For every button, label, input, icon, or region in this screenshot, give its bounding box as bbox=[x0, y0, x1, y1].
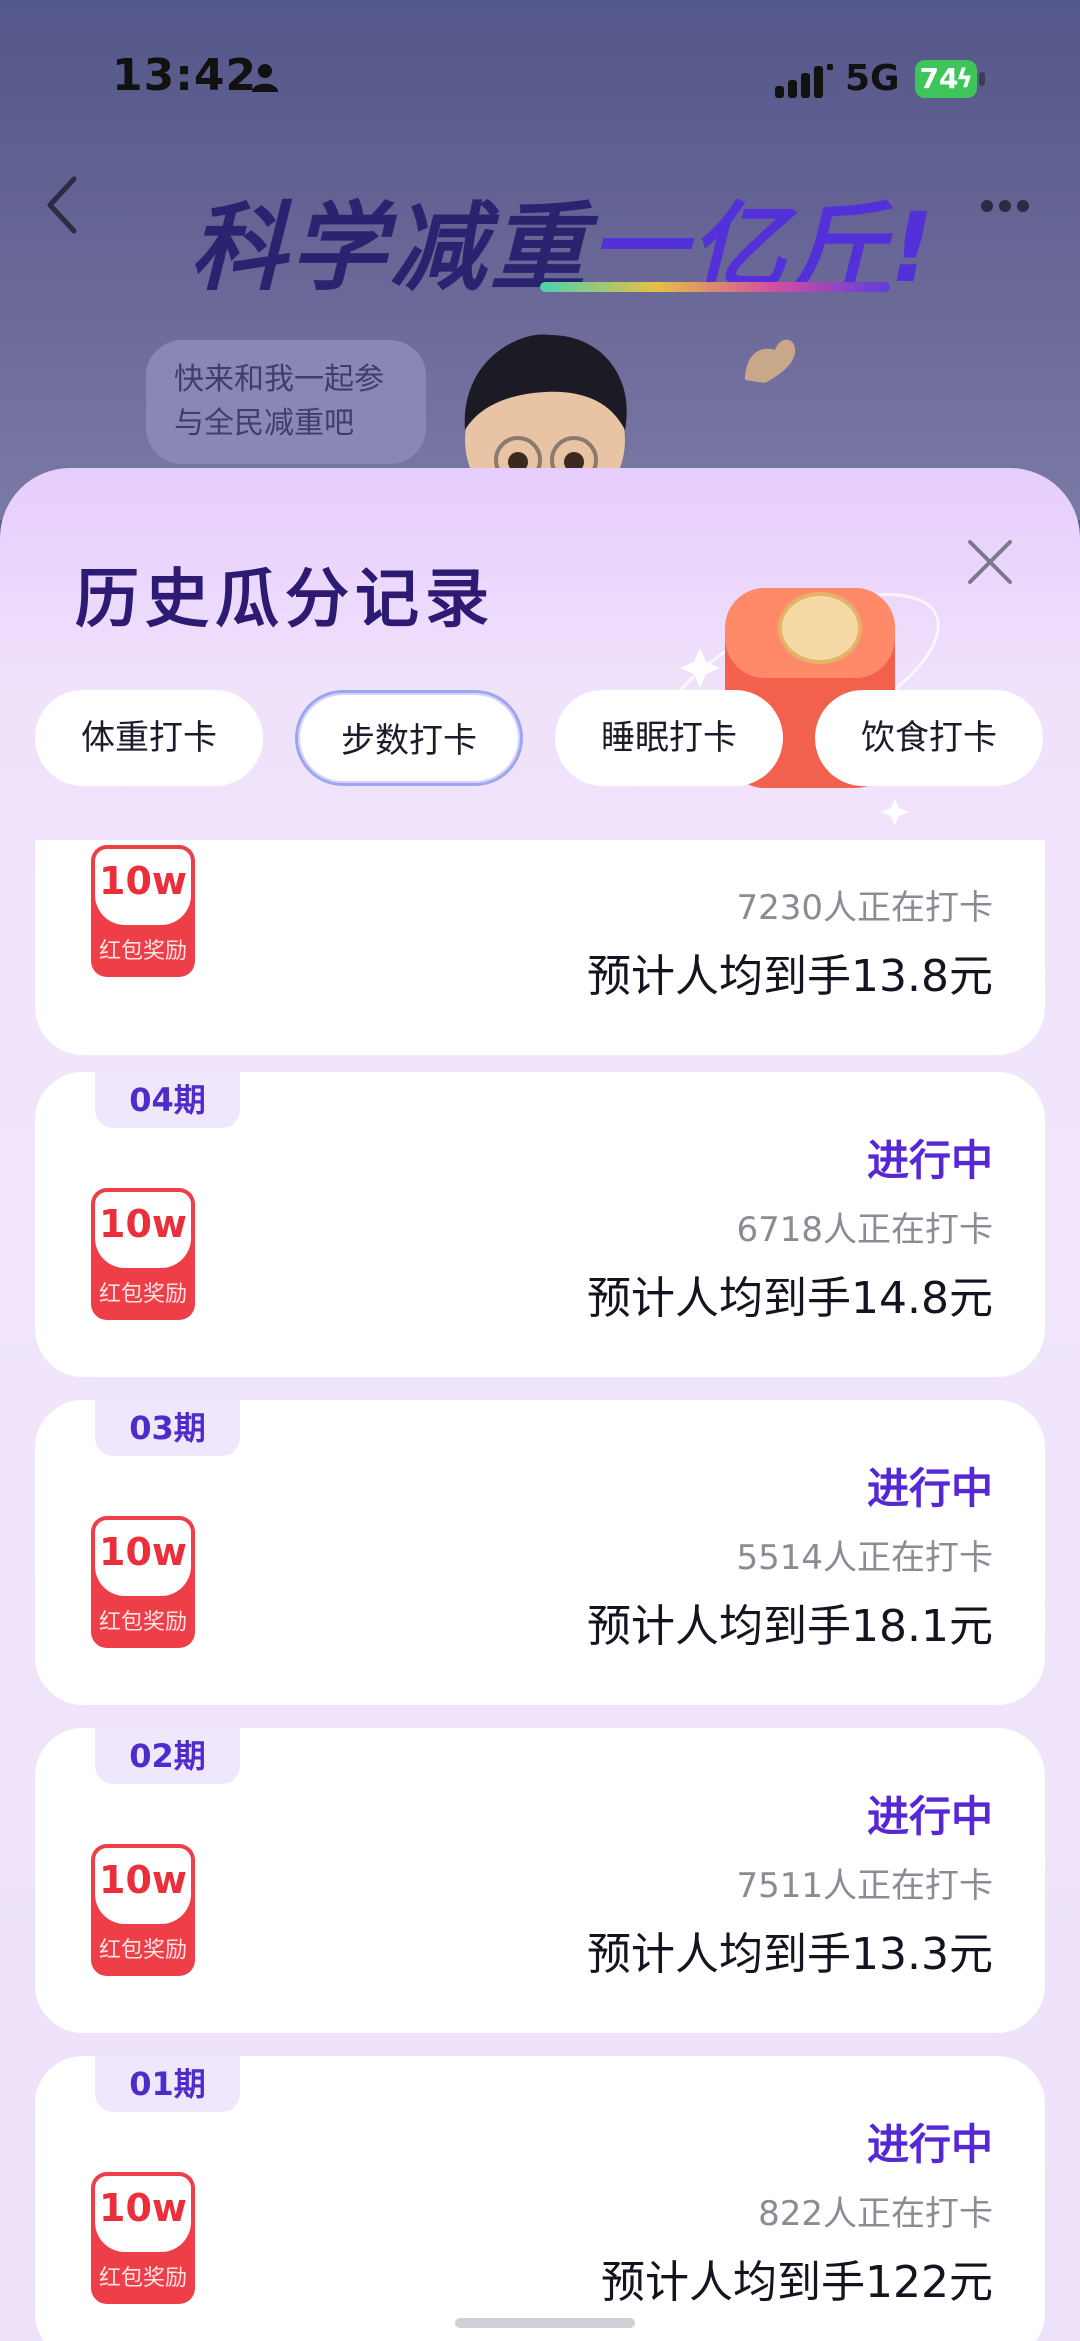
close-icon[interactable] bbox=[962, 534, 1018, 590]
reward-badge: 10w 红包奖励 bbox=[91, 1844, 195, 1976]
reward-badge: 10w 红包奖励 bbox=[91, 1188, 195, 1320]
record-card[interactable]: 04期 10w 红包奖励 进行中 6718人正在打卡 预计人均到手14.8元 bbox=[35, 1072, 1045, 1377]
expected-payout: 预计人均到手18.1元 bbox=[587, 1601, 993, 1652]
expected-payout: 预计人均到手14.8元 bbox=[587, 1273, 993, 1324]
reward-label: 红包奖励 bbox=[98, 1938, 187, 1963]
participant-count: 5514人正在打卡 bbox=[736, 1538, 993, 1578]
status-bar: 13:42 5G 74 ϟ bbox=[0, 0, 1080, 150]
muscle-icon bbox=[745, 339, 796, 383]
period-tag: 03期 bbox=[95, 1400, 240, 1456]
period-tag: 01期 bbox=[95, 2056, 240, 2112]
reward-label: 红包奖励 bbox=[98, 2266, 187, 2291]
tab-diet[interactable]: 饮食打卡 bbox=[815, 690, 1043, 786]
record-card[interactable]: 01期 10w 红包奖励 进行中 822人正在打卡 预计人均到手122元 bbox=[35, 2056, 1045, 2341]
participant-count: 7511人正在打卡 bbox=[736, 1866, 993, 1906]
tab-weight[interactable]: 体重打卡 bbox=[35, 690, 263, 786]
battery-icon: 74 ϟ bbox=[915, 60, 977, 98]
signal-icon bbox=[775, 64, 833, 98]
page-backdrop: 13:42 5G 74 ϟ 科学减重一亿斤! 快来和我一起参与全民减重吧 bbox=[0, 0, 1080, 520]
speech-bubble: 快来和我一起参与全民减重吧 bbox=[146, 340, 426, 464]
record-card[interactable]: 10w 红包奖励 7230人正在打卡 预计人均到手13.8元 bbox=[35, 840, 1045, 1055]
status-time: 13:42 bbox=[112, 50, 258, 101]
status-label: 进行中 bbox=[866, 2120, 993, 2169]
status-label: 进行中 bbox=[866, 1136, 993, 1185]
reward-label: 红包奖励 bbox=[98, 939, 187, 964]
status-label: 进行中 bbox=[866, 1792, 993, 1841]
battery-cap bbox=[979, 72, 985, 86]
participant-count: 7230人正在打卡 bbox=[736, 888, 993, 928]
history-sheet: 历史瓜分记录 体重打卡 步数打卡 睡眠打卡 饮食打卡 10w 红包奖励 7230… bbox=[0, 468, 1080, 2341]
tab-sleep[interactable]: 睡眠打卡 bbox=[555, 690, 783, 786]
participant-count: 6718人正在打卡 bbox=[736, 1210, 993, 1250]
reward-label: 红包奖励 bbox=[98, 1610, 187, 1635]
expected-payout: 预计人均到手13.8元 bbox=[587, 951, 993, 1002]
sheet-title: 历史瓜分记录 bbox=[75, 563, 495, 637]
reward-amount: 10w bbox=[99, 1530, 187, 1574]
reward-badge: 10w 红包奖励 bbox=[91, 2172, 195, 2304]
reward-label: 红包奖励 bbox=[98, 1282, 187, 1307]
banner-underline bbox=[540, 282, 890, 292]
expected-payout: 预计人均到手13.3元 bbox=[587, 1929, 993, 1980]
record-list[interactable]: 10w 红包奖励 7230人正在打卡 预计人均到手13.8元 04期 10w 红… bbox=[35, 840, 1045, 2341]
back-arrow-icon[interactable] bbox=[42, 175, 82, 235]
banner-title-main: 科学减重 bbox=[190, 192, 590, 304]
period-tag: 04期 bbox=[95, 1072, 240, 1128]
participant-count: 822人正在打卡 bbox=[758, 2194, 993, 2234]
reward-badge: 10w 红包奖励 bbox=[91, 845, 195, 977]
network-label: 5G bbox=[845, 58, 900, 99]
period-tag: 02期 bbox=[95, 1728, 240, 1784]
reward-amount: 10w bbox=[99, 859, 187, 903]
record-card[interactable]: 03期 10w 红包奖励 进行中 5514人正在打卡 预计人均到手18.1元 bbox=[35, 1400, 1045, 1705]
category-tabs: 体重打卡 步数打卡 睡眠打卡 饮食打卡 bbox=[35, 690, 1045, 790]
record-card[interactable]: 02期 10w 红包奖励 进行中 7511人正在打卡 预计人均到手13.3元 bbox=[35, 1728, 1045, 2033]
reward-badge: 10w 红包奖励 bbox=[91, 1516, 195, 1648]
home-indicator[interactable] bbox=[455, 2318, 635, 2328]
more-options-icon[interactable] bbox=[980, 198, 1030, 214]
charging-icon: ϟ bbox=[955, 64, 973, 94]
reward-amount: 10w bbox=[99, 1858, 187, 1902]
status-label: 进行中 bbox=[866, 1464, 993, 1513]
tab-steps[interactable]: 步数打卡 bbox=[295, 690, 523, 786]
red-envelope-coin-icon bbox=[660, 588, 940, 826]
expected-payout: 预计人均到手122元 bbox=[601, 2257, 993, 2308]
person-icon bbox=[252, 64, 278, 92]
reward-amount: 10w bbox=[99, 1202, 187, 1246]
reward-amount: 10w bbox=[99, 2186, 187, 2230]
